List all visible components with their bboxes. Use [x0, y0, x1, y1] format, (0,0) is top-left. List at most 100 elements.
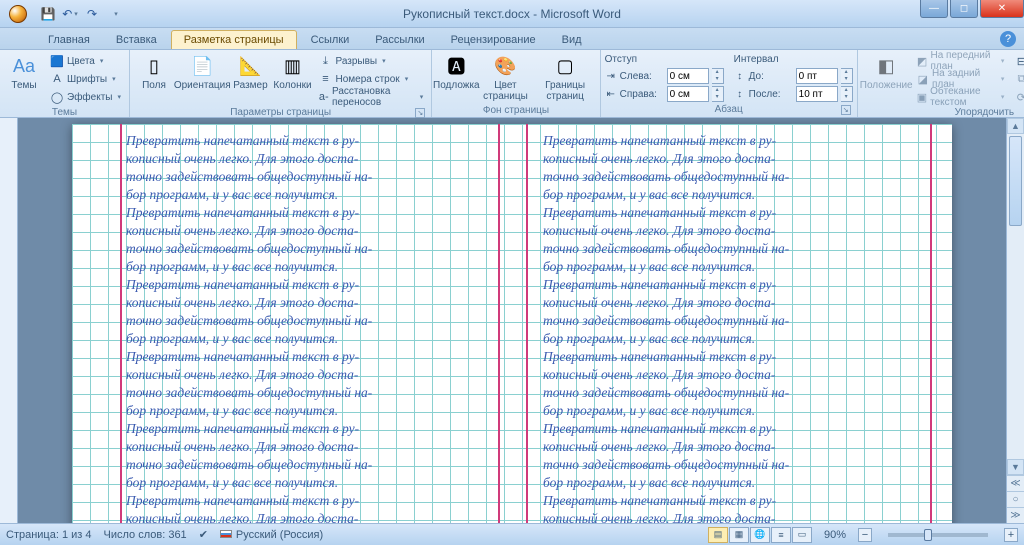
- zoom-level[interactable]: 90%: [824, 529, 846, 541]
- spacing-title: Интервал: [734, 54, 853, 67]
- page-color-button[interactable]: 🎨Цвет страницы: [478, 52, 532, 104]
- zoom-slider[interactable]: [888, 533, 988, 537]
- theme-colors-label: Цвета: [67, 56, 95, 67]
- status-language[interactable]: Русский (Россия): [220, 529, 323, 541]
- minimize-button[interactable]: —: [920, 0, 948, 18]
- text-wrap-button[interactable]: ▣Обтекание текстом▾: [913, 88, 1009, 106]
- theme-colors-button[interactable]: 🟦Цвета▾: [46, 52, 125, 70]
- margin-line: [930, 124, 932, 523]
- save-icon[interactable]: 💾: [40, 6, 56, 22]
- spacing-after-spinner[interactable]: ▴▾: [841, 86, 853, 102]
- columns-button[interactable]: ▥Колонки: [272, 52, 312, 93]
- column-left[interactable]: Превратить напечатанный текст в ру-копис…: [126, 132, 509, 523]
- prev-page-icon[interactable]: ≪: [1007, 475, 1024, 491]
- redo-icon[interactable]: ↷: [84, 6, 100, 22]
- watermark-button[interactable]: 🅰Подложка: [436, 52, 476, 93]
- maximize-button[interactable]: ◻: [950, 0, 978, 18]
- qat-dropdown-icon[interactable]: ▾: [108, 6, 124, 22]
- tab-review[interactable]: Рецензирование: [439, 31, 548, 49]
- tab-view[interactable]: Вид: [550, 31, 594, 49]
- vertical-ruler[interactable]: [0, 118, 18, 523]
- help-icon[interactable]: ?: [1000, 31, 1016, 47]
- margins-button[interactable]: ▯Поля: [134, 52, 174, 93]
- zoom-in-button[interactable]: +: [1004, 528, 1018, 542]
- tab-page-layout[interactable]: Разметка страницы: [171, 30, 297, 49]
- themes-label: Темы: [11, 80, 36, 91]
- breaks-label: Разрывы: [335, 56, 377, 67]
- indent-right-spinner[interactable]: ▴▾: [712, 86, 724, 102]
- quick-access-toolbar: 💾 ↶▾ ↷ ▾: [36, 6, 124, 22]
- zoom-thumb[interactable]: [924, 529, 932, 541]
- columns-label: Колонки: [273, 80, 311, 91]
- line-numbers-label: Номера строк: [335, 74, 399, 85]
- orientation-label: Ориентация: [174, 80, 231, 91]
- undo-icon[interactable]: ↶▾: [62, 6, 78, 22]
- spacing-before-label: До:: [749, 71, 793, 82]
- themes-button[interactable]: Aa Темы: [4, 52, 44, 93]
- rotate-button[interactable]: ⟳Повернуть▾: [1010, 88, 1024, 106]
- page[interactable]: Превратить напечатанный текст в ру-копис…: [72, 124, 952, 523]
- vertical-scrollbar[interactable]: ▲ ▼ ≪ ○ ≫: [1006, 118, 1024, 523]
- theme-effects-button[interactable]: ◯Эффекты▾: [46, 88, 125, 106]
- tab-mailings[interactable]: Рассылки: [363, 31, 436, 49]
- tab-references[interactable]: Ссылки: [299, 31, 362, 49]
- tab-home[interactable]: Главная: [36, 31, 102, 49]
- document-area: Превратить напечатанный текст в ру-копис…: [0, 118, 1024, 523]
- text-wrap-label: Обтекание текстом: [930, 86, 996, 108]
- column-right[interactable]: Превратить напечатанный текст в ру-копис…: [543, 132, 926, 523]
- page-borders-button[interactable]: ▢Границы страниц: [535, 52, 596, 104]
- paragraph-launcher-icon[interactable]: ↘: [841, 105, 851, 115]
- margin-line: [120, 124, 122, 523]
- spacing-before-row: ↕ До: ▴▾: [734, 67, 853, 85]
- view-draft-button[interactable]: ▭: [792, 527, 812, 543]
- align-icon: ⊟: [1014, 54, 1024, 68]
- group-objects-button[interactable]: ⧉Группировать▾: [1010, 70, 1024, 88]
- view-web-button[interactable]: 🌐: [750, 527, 770, 543]
- close-button[interactable]: ✕: [980, 0, 1024, 18]
- view-full-screen-button[interactable]: ▦: [729, 527, 749, 543]
- ribbon: Aa Темы 🟦Цвета▾ AШрифты▾ ◯Эффекты▾ Темы …: [0, 50, 1024, 118]
- hyphenation-icon: a-: [318, 90, 329, 104]
- zoom-out-button[interactable]: −: [858, 528, 872, 542]
- scroll-down-icon[interactable]: ▼: [1007, 459, 1024, 475]
- view-print-layout-button[interactable]: ▤: [708, 527, 728, 543]
- orientation-button[interactable]: 📄 Ориентация: [176, 52, 229, 93]
- colors-icon: 🟦: [50, 54, 64, 68]
- spacing-after-input[interactable]: [796, 86, 838, 102]
- scroll-track[interactable]: [1007, 134, 1024, 459]
- tab-insert[interactable]: Вставка: [104, 31, 169, 49]
- status-page[interactable]: Страница: 1 из 4: [6, 529, 92, 541]
- page-setup-launcher-icon[interactable]: ↘: [415, 108, 425, 118]
- size-button[interactable]: 📐Размер: [230, 52, 270, 93]
- hyphenation-button[interactable]: a-Расстановка переносов▾: [314, 88, 427, 106]
- watermark-label: Подложка: [433, 80, 480, 91]
- themes-icon: Aa: [12, 54, 36, 78]
- scroll-thumb[interactable]: [1009, 136, 1022, 226]
- breaks-button[interactable]: ⤓Разрывы▾: [314, 52, 427, 70]
- next-page-icon[interactable]: ≫: [1007, 507, 1024, 523]
- document-viewport[interactable]: Превратить напечатанный текст в ру-копис…: [18, 118, 1006, 523]
- browse-object-icon[interactable]: ○: [1007, 491, 1024, 507]
- send-back-icon: ◪: [917, 72, 929, 86]
- indent-left-input[interactable]: [667, 68, 709, 84]
- indent-left-spinner[interactable]: ▴▾: [712, 68, 724, 84]
- spacing-after-icon: ↕: [734, 88, 746, 100]
- indent-left-row: ⇥ Слева: ▴▾: [605, 67, 724, 85]
- status-words[interactable]: Число слов: 361: [104, 529, 187, 541]
- status-proofing-icon[interactable]: ✔: [199, 528, 208, 541]
- indent-section: Отступ ⇥ Слева: ▴▾ ⇤ Справа: ▴▾: [605, 54, 724, 103]
- scroll-up-icon[interactable]: ▲: [1007, 118, 1024, 134]
- watermark-icon: 🅰: [444, 54, 468, 78]
- orientation-icon: 📄: [190, 54, 214, 78]
- position-button[interactable]: ◧Положение: [862, 52, 911, 93]
- office-button[interactable]: [0, 0, 36, 28]
- group-icon: ⧉: [1014, 72, 1024, 86]
- view-outline-button[interactable]: ≡: [771, 527, 791, 543]
- indent-right-input[interactable]: [667, 86, 709, 102]
- theme-fonts-label: Шрифты: [67, 74, 107, 85]
- spacing-before-spinner[interactable]: ▴▾: [841, 68, 853, 84]
- align-button[interactable]: ⊟Выровнять▾: [1010, 52, 1024, 70]
- bring-front-icon: ◩: [917, 54, 928, 68]
- theme-fonts-button[interactable]: AШрифты▾: [46, 70, 125, 88]
- spacing-before-input[interactable]: [796, 68, 838, 84]
